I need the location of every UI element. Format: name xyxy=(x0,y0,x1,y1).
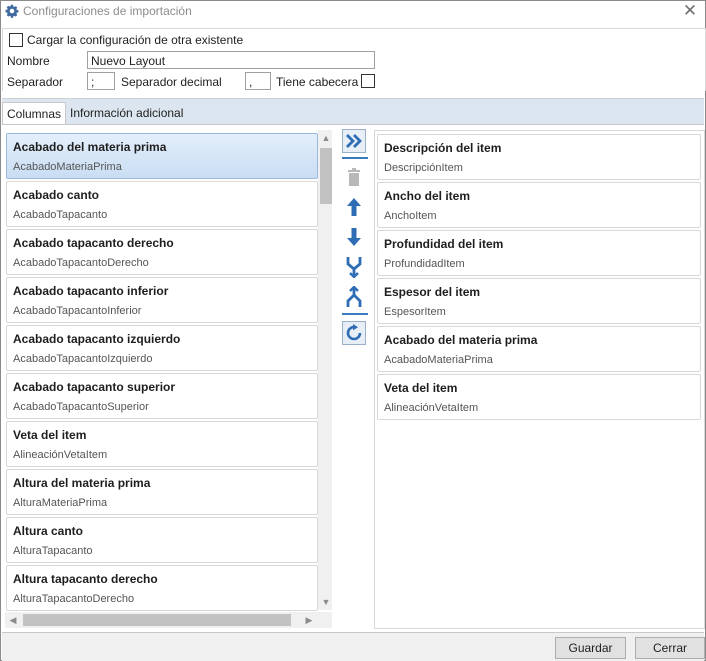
save-button[interactable]: Guardar xyxy=(555,637,626,659)
item-title: Descripción del item xyxy=(384,141,502,155)
move-down-button[interactable] xyxy=(342,225,366,249)
tab-strip: Columnas Información adicional xyxy=(2,98,704,125)
item-title: Veta del item xyxy=(13,428,87,442)
window-title: Configuraciones de importación xyxy=(23,4,192,18)
import-config-window: Configuraciones de importación ✕ Cargar … xyxy=(0,0,706,661)
item-title: Profundidad del item xyxy=(384,237,504,251)
item-title: Altura canto xyxy=(13,524,84,538)
close-button[interactable]: Cerrar xyxy=(635,637,705,659)
refresh-icon xyxy=(346,324,362,341)
list-item[interactable]: Veta del item AlineaciónVetaItem xyxy=(377,374,701,420)
item-title: Veta del item xyxy=(384,381,458,395)
tab-columnas[interactable]: Columnas xyxy=(2,102,67,125)
list-item[interactable]: Ancho del item AnchoItem xyxy=(377,182,701,228)
merge-columns-button[interactable] xyxy=(342,255,366,279)
item-field: AlineaciónVetaItem xyxy=(13,449,108,461)
refresh-button[interactable] xyxy=(342,321,366,345)
decimal-separator-label: Separador decimal xyxy=(121,75,222,89)
close-icon[interactable]: ✕ xyxy=(681,2,699,20)
item-title: Acabado del materia prima xyxy=(384,333,538,347)
toolbar-separator xyxy=(342,157,368,159)
list-item[interactable]: Acabado canto AcabadoTapacanto xyxy=(6,181,318,227)
scroll-right-icon[interactable]: ▶ xyxy=(301,612,317,628)
split-icon xyxy=(346,286,362,307)
item-field: AnchoItem xyxy=(384,210,437,222)
vertical-scroll-thumb[interactable] xyxy=(320,148,332,204)
list-item[interactable]: Altura tapacanto derecho AlturaTapacanto… xyxy=(6,565,318,611)
load-existing-label: Cargar la configuración de otra existent… xyxy=(27,33,244,47)
add-column-button[interactable] xyxy=(342,129,366,153)
double-chevron-right-icon xyxy=(346,134,362,148)
item-field: AcabadoTapacantoIzquierdo xyxy=(13,353,153,365)
item-title: Acabado tapacanto derecho xyxy=(13,236,174,250)
horizontal-scroll-thumb[interactable] xyxy=(23,614,291,626)
list-item[interactable]: Altura del materia prima AlturaMateriaPr… xyxy=(6,469,318,515)
has-header-label: Tiene cabecera xyxy=(276,75,359,89)
item-title: Espesor del item xyxy=(384,285,481,299)
item-title: Acabado tapacanto izquierdo xyxy=(13,332,181,346)
list-item[interactable]: Acabado tapacanto izquierdo AcabadoTapac… xyxy=(6,325,318,371)
item-field: AlineaciónVetaItem xyxy=(384,402,479,414)
list-item[interactable]: Acabado tapacanto superior AcabadoTapaca… xyxy=(6,373,318,419)
list-item[interactable]: Acabado del materia prima AcabadoMateria… xyxy=(377,326,701,372)
name-label: Nombre xyxy=(7,54,50,68)
item-field: AlturaTapacanto xyxy=(13,545,93,557)
list-item[interactable]: Acabado tapacanto derecho AcabadoTapacan… xyxy=(6,229,318,275)
list-item[interactable]: Descripción del item DescripciónItem xyxy=(377,134,701,180)
available-columns-list: Acabado del materia prima AcabadoMateria… xyxy=(4,130,332,632)
item-field: AcabadoTapacanto xyxy=(13,209,108,221)
list-item[interactable]: Espesor del item EspesorItem xyxy=(377,278,701,324)
item-field: AcabadoMateriaPrima xyxy=(13,161,122,173)
horizontal-scrollbar[interactable]: ◀ ▶ xyxy=(5,612,332,628)
item-field: AlturaTapacantoDerecho xyxy=(13,593,135,605)
selected-columns-list: Descripción del item DescripciónItem Anc… xyxy=(374,130,705,629)
merge-icon xyxy=(346,257,362,278)
list-item[interactable]: Altura canto AlturaTapacanto xyxy=(6,517,318,563)
item-field: ProfundidadItem xyxy=(384,258,465,270)
load-existing-checkbox[interactable] xyxy=(9,33,23,47)
scroll-left-icon[interactable]: ◀ xyxy=(5,612,21,628)
separator-field[interactable]: ; xyxy=(87,72,115,90)
has-header-checkbox[interactable] xyxy=(361,74,375,88)
list-item[interactable]: Acabado del materia prima AcabadoMateria… xyxy=(6,133,318,179)
item-title: Ancho del item xyxy=(384,189,471,203)
item-field: EspesorItem xyxy=(384,306,446,318)
config-panel: Cargar la configuración de otra existent… xyxy=(2,28,706,91)
item-title: Acabado tapacanto inferior xyxy=(13,284,169,298)
item-title: Acabado tapacanto superior xyxy=(13,380,176,394)
scroll-down-icon[interactable]: ▼ xyxy=(318,594,332,610)
gear-icon xyxy=(5,4,19,18)
item-field: AcabadoTapacantoDerecho xyxy=(13,257,149,269)
list-item[interactable]: Profundidad del item ProfundidadItem xyxy=(377,230,701,276)
arrow-up-icon xyxy=(347,198,361,216)
title-bar: Configuraciones de importación ✕ xyxy=(1,1,705,23)
item-field: AcabadoTapacantoSuperior xyxy=(13,401,149,413)
decimal-separator-field[interactable]: , xyxy=(245,72,271,90)
split-column-button[interactable] xyxy=(342,285,366,309)
toolbar-separator xyxy=(342,313,368,315)
list-item[interactable]: Acabado tapacanto inferior AcabadoTapaca… xyxy=(6,277,318,323)
item-title: Acabado canto xyxy=(13,188,100,202)
scroll-up-icon[interactable]: ▲ xyxy=(318,130,332,146)
trash-icon xyxy=(348,168,360,186)
item-field: AcabadoMateriaPrima xyxy=(384,354,493,366)
delete-column-button[interactable] xyxy=(342,165,366,189)
arrow-down-icon xyxy=(347,228,361,246)
item-title: Acabado del materia prima xyxy=(13,140,167,154)
columns-tab-content: Acabado del materia prima AcabadoMateria… xyxy=(2,124,705,633)
item-title: Altura tapacanto derecho xyxy=(13,572,158,586)
dialog-footer: Guardar Cerrar xyxy=(2,632,705,661)
separator-label: Separador xyxy=(7,75,64,89)
name-field[interactable]: Nuevo Layout xyxy=(87,51,375,69)
vertical-scrollbar[interactable]: ▲ ▼ xyxy=(318,130,332,610)
item-field: AlturaMateriaPrima xyxy=(13,497,108,509)
tab-informacion-adicional[interactable]: Información adicional xyxy=(66,102,187,124)
item-field: DescripciónItem xyxy=(384,162,463,174)
list-item[interactable]: Veta del item AlineaciónVetaItem xyxy=(6,421,318,467)
item-title: Altura del materia prima xyxy=(13,476,151,490)
item-field: AcabadoTapacantoInferior xyxy=(13,305,142,317)
move-up-button[interactable] xyxy=(342,195,366,219)
